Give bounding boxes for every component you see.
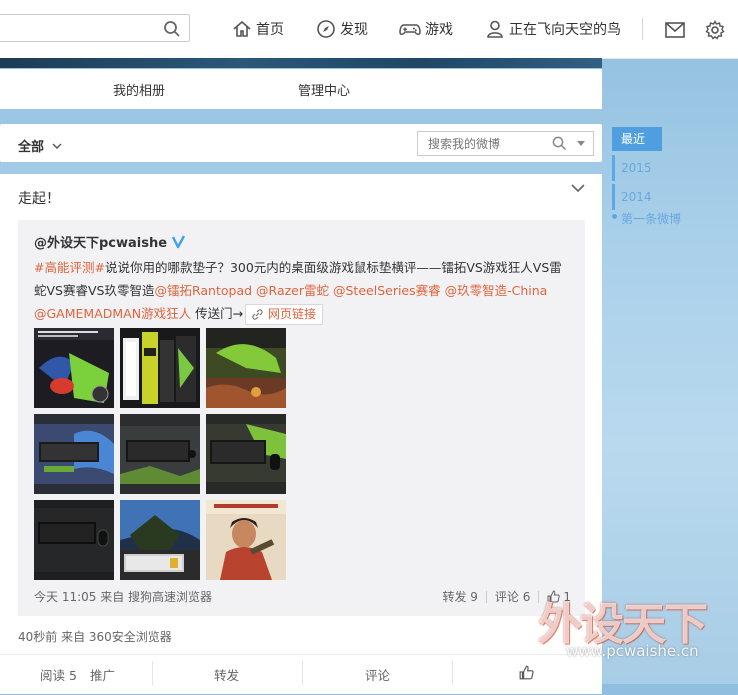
post-image[interactable] [206,500,286,580]
site-watermark: 外设天下 www.pcwaishe.cn [538,588,738,668]
nav-games-label: 游戏 [425,22,453,38]
top-navbar: 首页 发现 游戏 正在飞向天空的鸟 [0,0,738,59]
post-image[interactable] [206,328,286,408]
settings-button[interactable] [703,18,727,42]
link-icon [252,309,263,320]
mention-link[interactable]: @Razer雷蛇 [256,283,329,298]
feed-filter-bar: 全部 [0,124,602,162]
nav-discover[interactable]: 发现 [316,16,368,42]
timeline-track [612,184,615,210]
search-options-caret-icon[interactable] [577,141,585,146]
timeline-recent[interactable]: 最近 [612,127,662,151]
compass-icon [317,20,335,38]
timeline-year-2015[interactable]: 2015 [621,161,652,175]
mention-link[interactable]: @镭拓Rantopad [154,283,252,298]
comment-button[interactable]: 评论 [365,665,390,684]
post-image[interactable] [34,500,114,580]
original-post-body: #高能评测#说说你用的哪款垫子？300元内的桌面级游戏鼠标垫横评——镭拓VS游戏… [34,256,574,325]
thumbs-up-icon [519,665,534,680]
hashtag-link[interactable]: #高能评测# [34,260,105,275]
post-text: 走起！ [18,191,60,207]
watermark-url: www.pcwaishe.cn [566,642,699,660]
forward-button[interactable]: 转发 [214,665,239,684]
mention-link[interactable]: @SteelSeries赛睿 [333,283,441,298]
global-search-input[interactable] [0,14,190,42]
post-image[interactable] [206,414,286,494]
post-action-bar: 阅读 5 推广 转发 评论 [0,654,602,695]
nav-games[interactable]: 游戏 [399,16,453,42]
web-link-label: 网页链接 [268,307,317,321]
post-image[interactable] [120,414,200,494]
my-weibo-search [417,131,594,156]
gamepad-icon [399,24,421,35]
original-comment-count[interactable]: 评论 6 [495,588,530,605]
like-button[interactable] [519,665,534,683]
divider [302,661,303,685]
my-weibo-search-input[interactable] [426,136,550,152]
timeline-dot [612,214,617,219]
tab-album[interactable]: 我的相册 [113,80,165,99]
original-author-name[interactable]: @外设天下pcwaishe [34,232,167,251]
nav-home[interactable]: 首页 [232,16,284,42]
original-post-tail: 传送门→ [195,306,244,321]
nav-discover-label: 发现 [340,22,368,38]
mail-icon [665,22,685,38]
messages-button[interactable] [663,18,687,42]
profile-cover-banner [0,58,602,68]
divider [152,661,153,685]
divider [452,661,453,685]
search-icon[interactable] [552,136,567,151]
read-count: 阅读 5 [40,668,77,683]
divider [485,590,487,603]
chevron-down-icon [52,143,62,149]
nav-profile[interactable]: 正在飞向天空的鸟 [485,16,621,42]
post-image[interactable] [34,414,114,494]
post-image[interactable] [120,328,200,408]
original-post-meta: 今天 11:05 来自 搜狗高速浏览器 [34,590,213,604]
feed-post: 走起！ @外设天下pcwaishe #高能评测#说说你用的哪款垫子？300元内的… [0,174,602,694]
promote-button[interactable]: 推广 [90,665,115,684]
chevron-down-icon[interactable] [570,182,586,194]
gear-icon [705,20,725,40]
home-icon [233,20,251,37]
original-author[interactable]: @外设天下pcwaishe [34,232,186,251]
timeline-track [612,155,615,181]
original-forward-count[interactable]: 转发 9 [442,588,477,605]
post-meta: 40秒前 来自 360安全浏览器 [18,630,172,644]
timeline-first-post[interactable]: 第一条微博 [621,210,681,227]
post-image[interactable] [34,328,114,408]
verified-badge-icon [171,235,186,249]
timeline-year-2014[interactable]: 2014 [621,190,652,204]
post-image[interactable] [120,500,200,580]
mention-link[interactable]: @玖零智造-China [445,283,548,298]
filter-all-dropdown[interactable]: 全部 [18,136,62,155]
user-icon [487,20,503,38]
tab-manage-center[interactable]: 管理中心 [298,80,350,99]
divider [642,18,643,40]
profile-tabs: 我的相册 管理中心 [0,69,602,109]
nav-home-label: 首页 [256,22,284,38]
search-icon[interactable] [163,20,181,38]
web-link[interactable]: 网页链接 [245,304,324,325]
mention-link[interactable]: @GAMEMADMAN游戏狂人 [34,306,191,321]
reposted-weibo: @外设天下pcwaishe #高能评测#说说你用的哪款垫子？300元内的桌面级游… [18,220,585,616]
nav-profile-label: 正在飞向天空的鸟 [509,22,621,38]
filter-all-label: 全部 [18,140,45,155]
